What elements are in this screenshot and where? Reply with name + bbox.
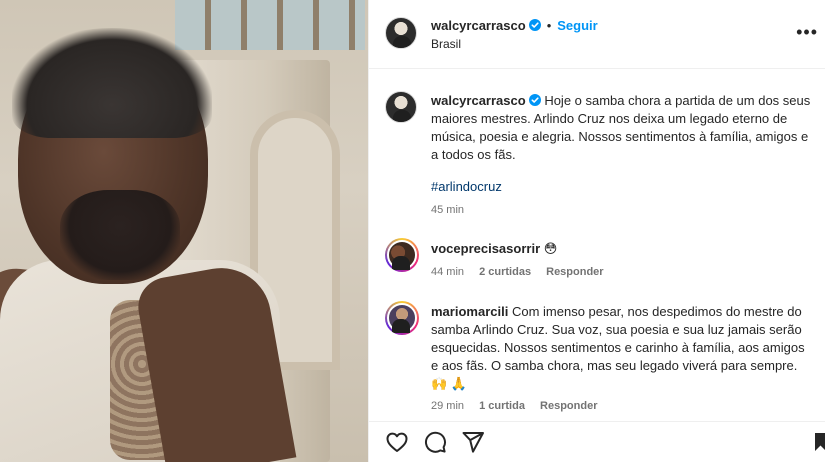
comment-icon[interactable] <box>423 430 447 454</box>
post-header: walcyrcarrasco • Seguir Brasil ••• <box>369 0 825 69</box>
verified-badge-icon <box>528 19 541 31</box>
author-avatar[interactable] <box>385 17 417 49</box>
comment-meta: 29 min 1 curtida Responder <box>431 400 609 412</box>
comment-username[interactable]: voceprecisasorrir <box>431 241 540 256</box>
comment-likes[interactable]: 1 curtida <box>479 400 525 412</box>
header-line: walcyrcarrasco • Seguir <box>431 17 598 35</box>
man-hair <box>12 28 212 138</box>
bookmark-icon[interactable] <box>815 430 825 454</box>
share-icon[interactable] <box>461 430 485 454</box>
post-location[interactable]: Brasil <box>431 37 461 51</box>
more-options-icon[interactable]: ••• <box>796 22 818 43</box>
author-username[interactable]: walcyrcarrasco <box>431 18 526 33</box>
follow-button[interactable]: Seguir <box>557 18 597 33</box>
man-beard <box>60 190 180 280</box>
comment-username[interactable]: mariomarcili <box>431 304 508 319</box>
action-bar <box>369 421 825 462</box>
comment-time[interactable]: 29 min <box>431 400 464 412</box>
comment-likes[interactable]: 2 curtidas <box>479 266 531 278</box>
heart-icon[interactable] <box>385 430 409 454</box>
comment-body: voceprecisasorrir 😳 <box>431 240 811 258</box>
post-time[interactable]: 45 min <box>431 204 464 216</box>
background-window <box>175 0 365 50</box>
verified-badge-icon <box>528 94 541 106</box>
comment-body: mariomarcili Com imenso pesar, nos despe… <box>431 303 806 393</box>
hashtag-link[interactable]: #arlindocruz <box>431 179 502 194</box>
reply-button[interactable]: Responder <box>540 400 597 412</box>
reply-button[interactable]: Responder <box>546 266 603 278</box>
comment-time[interactable]: 44 min <box>431 266 464 278</box>
comment-text: 😳 <box>543 241 558 256</box>
comment-meta: 44 min 2 curtidas Responder <box>431 266 616 278</box>
header-separator: • <box>546 18 552 33</box>
post-panel: walcyrcarrasco • Seguir Brasil ••• walcyrc… <box>368 0 825 462</box>
caption: walcyrcarrasco Hoje o samba chora a part… <box>431 92 819 164</box>
commenter-avatar[interactable] <box>385 238 419 272</box>
caption-username[interactable]: walcyrcarrasco <box>431 93 526 108</box>
post-photo <box>0 0 368 462</box>
commenter-avatar[interactable] <box>385 301 419 335</box>
caption-avatar[interactable] <box>385 91 417 123</box>
